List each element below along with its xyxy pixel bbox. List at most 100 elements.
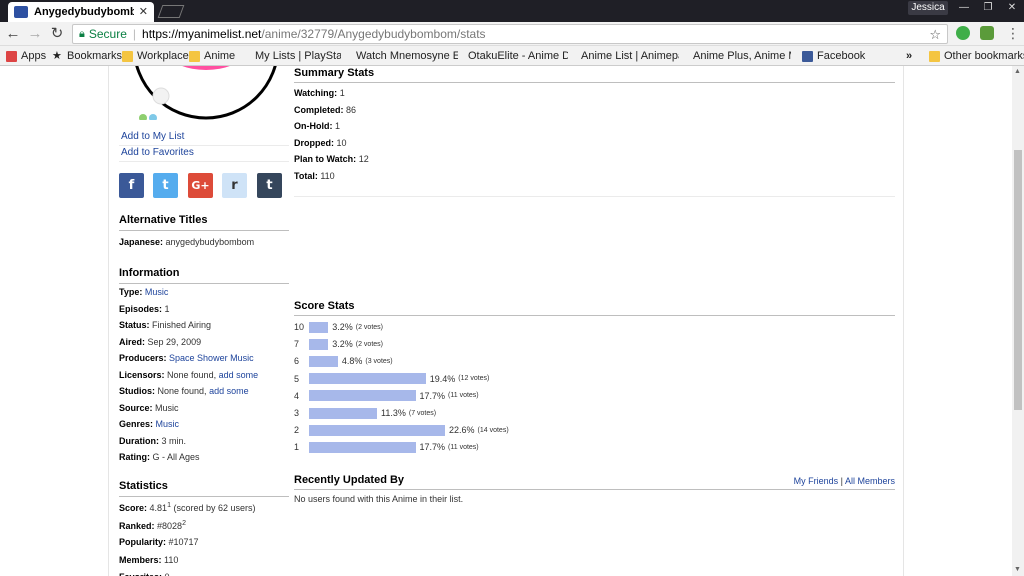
add-some-link[interactable]: add some [209,386,249,396]
my-friends-link[interactable]: My Friends [794,476,839,486]
statistics-heading: Statistics [119,480,289,497]
summary-row: Watching: 1 [294,88,345,98]
info-row: Licensors: None found, add some [119,369,259,380]
info-row: Genres: Music [119,419,180,429]
score-votes: (11 votes) [448,392,479,400]
score-label: 4 [294,390,300,401]
score-bar [309,321,329,333]
facebook-share-icon[interactable]: f [119,173,144,198]
googleplus-share-icon[interactable]: G+ [188,173,213,198]
recently-updated-filter: My Friends | All Members [700,476,895,486]
scroll-down-icon[interactable]: ▼ [1014,566,1021,573]
bookmarks-bar: Apps ★ Bookmarks Workplace Anime My Lists… [0,46,1024,66]
score-label: 3 [294,408,300,418]
add-to-list-link[interactable]: Add to My List [119,129,289,146]
bookmark-mnemosyne[interactable]: Watch Mnemosyne Ep [352,50,458,62]
apps-icon [6,50,17,62]
tumblr-share-icon[interactable]: t [257,173,282,198]
score-bar [309,355,338,367]
all-members-link[interactable]: All Members [845,476,895,486]
section-divider [294,196,895,197]
folder-icon [122,50,133,62]
new-tab-button[interactable] [157,5,185,18]
page-scrollbar[interactable]: ▲ ▼ [1012,66,1024,576]
profile-button[interactable]: Jessica [908,1,948,15]
browser-tab[interactable]: Anygedybudybombom ✕ [8,2,154,22]
anime-cover-image[interactable] [131,66,281,120]
extension-icon[interactable] [956,26,970,40]
bookmark-facebook[interactable]: Facebook [802,50,865,62]
score-label: 7 [294,339,300,350]
score-label: 10 [294,322,305,332]
bookmark-star-icon[interactable]: ☆ [929,27,941,43]
bookmark-playstation[interactable]: My Lists | PlayStation® [255,50,341,62]
no-users-message: No users found with this Anime in their … [294,494,464,504]
info-row: Source: Music [119,402,179,413]
address-bar[interactable]: 🔒︎ Secure | https://myanimelist.net/anim… [72,24,948,44]
score-percent: 4.8% [341,356,363,367]
score-votes: (2 votes) [355,340,383,348]
summary-stats-heading: Summary Stats [294,67,895,83]
bookmark-apps[interactable]: Apps [6,50,46,62]
score-percent: 22.6% [449,425,475,436]
score-row: 4 17.7% (11 votes) [294,389,479,403]
info-row: Duration: 3 min. [119,435,187,446]
bookmark-anime[interactable]: Anime [189,50,235,62]
chrome-menu-icon[interactable]: ⋮ [1006,25,1020,42]
folder-icon [929,50,940,62]
score-bar [309,373,426,385]
score-label: 6 [294,356,300,367]
restore-icon[interactable]: ❐ [978,2,998,14]
scroll-up-icon[interactable]: ▲ [1014,68,1021,75]
info-row: Type: Music [119,287,169,297]
bookmark-bookmarks[interactable]: ★ Bookmarks [52,50,122,62]
browser-titlebar: Anygedybudybombom ✕ Jessica — ❐ ✕ [0,0,1024,22]
score-row: 6 4.8% (3 votes) [294,354,393,368]
statistic-row: Popularity: #10717 [119,537,199,547]
score-votes: (7 votes) [408,409,437,417]
info-row: Rating: G - All Ages [119,452,200,462]
add-to-favorites-link[interactable]: Add to Favorites [119,145,289,162]
score-label: 2 [294,425,300,436]
score-row: 1 17.7% (11 votes) [294,440,479,454]
score-bar [309,424,445,436]
browser-toolbar: ← → ↻ 🔒︎ Secure | https://myanimelist.ne… [0,22,1024,46]
bookmark-workplace[interactable]: Workplace [122,50,189,62]
score-votes: (11 votes) [448,443,479,451]
summary-row: Total: 110 [294,170,335,181]
statistic-row: Favorites: 0 [119,572,170,576]
secure-label: Secure [88,27,127,41]
bookmark-animeplus[interactable]: Anime Plus, Anime M [689,50,791,62]
score-stats-heading: Score Stats [294,300,895,316]
statistic-row: Ranked: #80282 [119,519,186,531]
info-row: Aired: Sep 29, 2009 [119,336,202,347]
minimize-icon[interactable]: — [954,2,974,14]
bookmark-otakuelite[interactable]: OtakuElite - Anime Da [464,50,568,62]
close-window-icon[interactable]: ✕ [1002,2,1022,14]
statistic-row: Score: 4.811 (scored by 62 users) [119,502,256,513]
back-button[interactable]: ← [4,25,22,43]
bookmarks-overflow-icon[interactable]: » [906,50,912,62]
twitter-share-icon[interactable]: t [153,173,178,198]
score-row: 5 19.4% (12 votes) [294,372,489,386]
score-votes: (3 votes) [365,357,393,365]
bookmark-animepahe[interactable]: Anime List | Animepa [577,50,679,62]
score-percent: 3.2% [332,339,353,350]
reddit-share-icon[interactable]: r [222,173,247,198]
score-votes: (12 votes) [458,375,490,383]
reload-button[interactable]: ↻ [48,25,66,43]
url-host: https://myanimelist.net [142,27,262,41]
close-tab-icon[interactable]: ✕ [139,5,148,18]
forward-button[interactable]: → [26,25,44,43]
score-percent: 17.7% [419,442,446,453]
extension-icon[interactable] [980,26,994,40]
summary-row: Completed: 86 [294,104,357,115]
statistic-row: Members: 110 [119,554,179,565]
scrollbar-thumb[interactable] [1014,150,1022,410]
score-percent: 17.7% [419,390,446,401]
other-bookmarks[interactable]: Other bookmarks [929,50,1024,62]
content-border-left [108,66,109,576]
score-label: 5 [294,373,300,384]
add-some-link[interactable]: add some [219,370,259,380]
info-row: Status: Finished Airing [119,320,212,330]
